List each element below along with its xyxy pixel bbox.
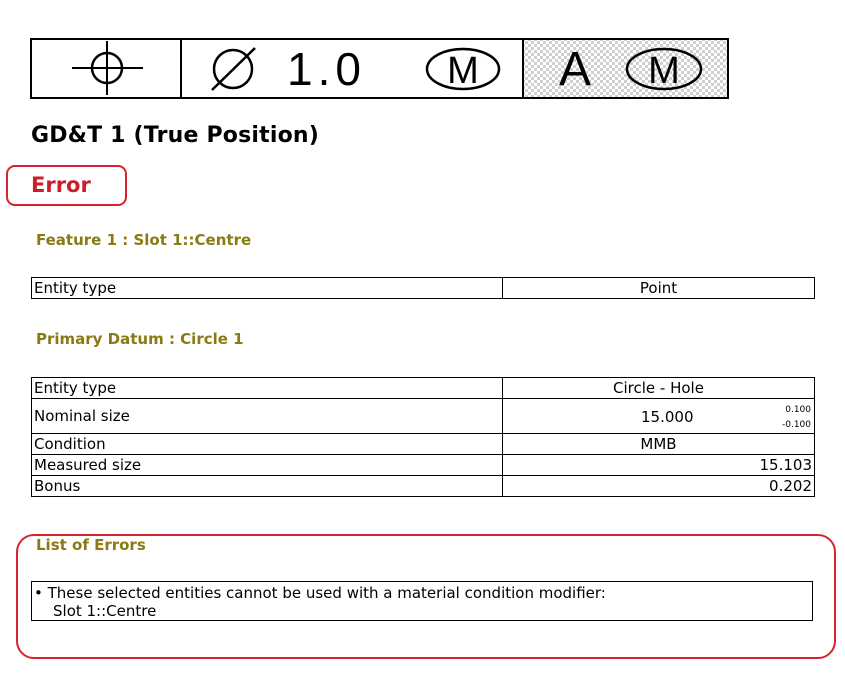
mmc-modifier-icon: M [425,47,501,92]
svg-text:M: M [648,50,680,92]
condition-value: MMB [502,433,815,455]
tolerance-value: 1.0 [287,43,366,95]
bonus-label: Bonus [31,475,503,497]
measured-size-value: 15.103 [502,454,815,476]
datum-heading: Primary Datum : Circle 1 [36,330,244,348]
condition-label: Condition [31,433,503,455]
nominal-size-cell: 15.000 0.100 -0.100 [502,398,815,434]
datum-table: Entity type Circle - Hole Nominal size 1… [31,377,815,497]
entity-type-value: Point [502,277,815,299]
tolerance-stack: 0.100 -0.100 [782,403,811,433]
nominal-size-label: Nominal size [31,398,503,434]
table-row: Entity type Point [31,277,815,299]
datum-entity-type-label: Entity type [31,377,503,399]
tolerance-upper: 0.100 [785,405,811,415]
tolerance-lower: -0.100 [781,420,811,430]
entity-type-label: Entity type [31,277,503,299]
measured-size-label: Measured size [31,454,503,476]
diameter-icon [211,47,256,91]
error-list: • These selected entities cannot be used… [31,581,813,621]
errors-heading: List of Errors [36,536,146,554]
datum-letter: A [559,43,591,96]
datum-entity-type-value: Circle - Hole [502,377,815,399]
list-item-detail: Slot 1::Centre [53,602,157,620]
table-row: Bonus 0.202 [31,475,815,497]
table-row: Entity type Circle - Hole [31,377,815,399]
feature-heading: Feature 1 : Slot 1::Centre [36,231,252,249]
position-icon [72,41,143,95]
bonus-value: 0.202 [502,475,815,497]
nominal-size-value: 15.000 [641,408,694,426]
table-row: Measured size 15.103 [31,454,815,476]
feature-control-frame: 1.0 M A M [30,38,729,99]
list-item: • These selected entities cannot be used… [34,584,606,602]
status-label: Error [31,173,91,197]
table-row: Nominal size 15.000 0.100 -0.100 [31,398,815,434]
svg-text:M: M [447,50,479,92]
table-row: Condition MMB [31,433,815,455]
page-title: GD&T 1 (True Position) [31,123,320,148]
feature-table: Entity type Point [31,277,815,299]
